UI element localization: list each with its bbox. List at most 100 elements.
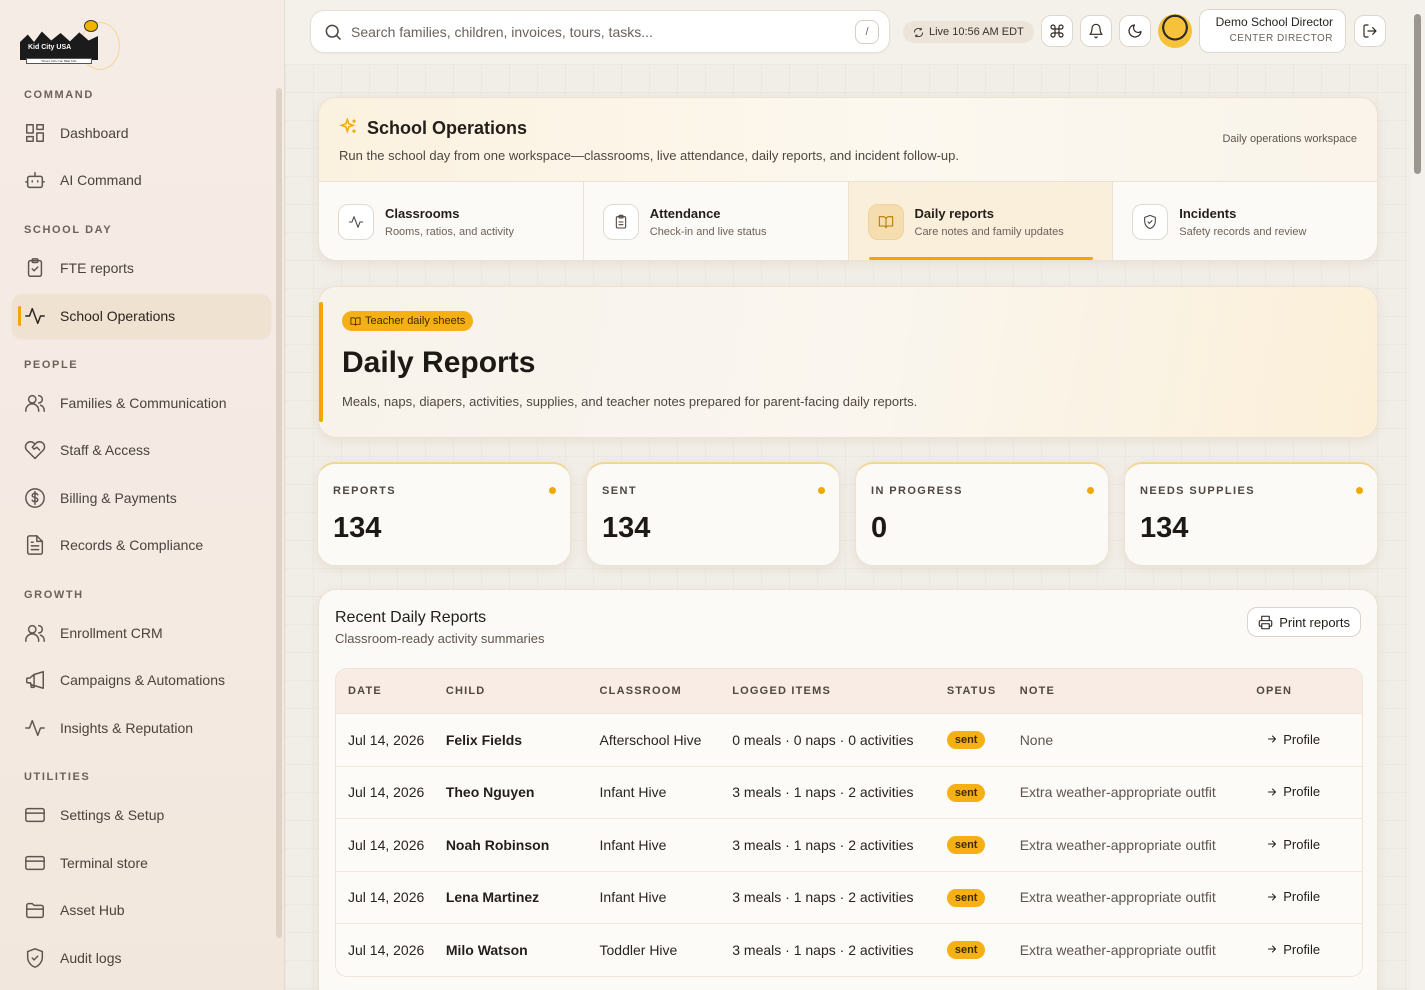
avatar[interactable] [1158,14,1192,48]
bee-icon [84,20,98,32]
sidebar-item-records[interactable]: Records & Compliance [12,523,271,567]
sidebar-item-label: Terminal store [60,855,148,871]
sidebar-item-fte-reports[interactable]: FTE reports [12,246,271,290]
sidebar-item-audit-logs[interactable]: Audit logs [12,936,271,980]
sidebar-item-school-operations[interactable]: School Operations [12,294,271,338]
cell-child: Lena Martinez [445,889,540,906]
column-header[interactable]: CHILD [446,685,600,697]
tab-classrooms[interactable]: Classrooms Rooms, ratios, and activity [319,182,584,260]
open-label: Profile [1283,889,1321,904]
tab-incidents[interactable]: Incidents Safety records and review [1113,182,1377,260]
user-menu[interactable]: Demo School Director CENTER DIRECTOR [1199,9,1346,53]
table-row[interactable]: Jul 14, 2026 Felix Fields Afterschool Hi… [336,713,1362,766]
theme-toggle-button[interactable] [1119,15,1151,47]
tab-daily-reports[interactable]: Daily reports Care notes and family updat… [848,182,1114,260]
status-dot [818,487,825,494]
search-input[interactable] [351,23,831,40]
book-open-icon [350,316,361,326]
cell-date: Jul 14, 2026 [348,941,425,958]
open-profile-link[interactable]: Profile [1266,784,1320,799]
column-header[interactable]: NOTE [1020,685,1257,697]
column-header[interactable]: OPEN [1256,685,1362,697]
open-label: Profile [1283,731,1321,747]
live-status-pill[interactable]: Live 10:56 AM EDT [903,21,1034,43]
bell-icon [1089,23,1103,39]
command-palette-button[interactable] [1041,15,1073,47]
cell-child: Theo Nguyen [445,784,535,801]
live-time: Live 10:56 AM EDT [929,26,1024,38]
section-command: COMMAND [24,89,94,101]
kid-city-logo[interactable]: Kid City USA Where Kids Can BEE Kids [20,18,120,70]
stat-label: NEEDS SUPPLIES [1140,485,1255,497]
tab-label: Classrooms [385,206,460,221]
cell-child: Noah Robinson [445,836,550,853]
sidebar-item-enrollment-crm[interactable]: Enrollment CRM [12,611,271,655]
badge-label: Teacher daily sheets [365,315,466,327]
sidebar-item-label: FTE reports [60,260,134,276]
cell-child: Milo Watson [445,941,528,958]
sidebar-item-asset-hub[interactable]: Asset Hub [12,888,271,932]
column-header[interactable]: LOGGED ITEMS [732,685,947,697]
sidebar-item-insights[interactable]: Insights & Reputation [12,706,271,750]
sidebar-item-ai-command[interactable]: AI Command [12,158,271,202]
status-badge: sent [946,783,986,802]
arrow-right-icon [1268,893,1277,900]
status-dot [1087,487,1094,494]
column-header[interactable]: STATUS [947,685,1020,697]
cell-classroom: Toddler Hive [599,941,678,958]
stat-value: 134 [602,512,651,544]
page-scrollbar[interactable] [1410,0,1425,990]
section-growth: GROWTH [24,589,84,601]
sidebar-item-terminal-store[interactable]: Terminal store [12,841,271,885]
stat-value: 134 [1140,512,1189,544]
table-row[interactable]: Jul 14, 2026 Theo Nguyen Infant Hive 3 m… [336,765,1362,818]
users-icon [24,392,46,414]
sidebar-item-billing[interactable]: Billing & Payments [12,476,271,520]
print-reports-button[interactable]: Print reports [1247,607,1361,637]
arrow-right-icon [1268,945,1277,953]
table-row[interactable]: Jul 14, 2026 Milo Watson Toddler Hive 3 … [336,923,1362,976]
open-profile-link[interactable]: Profile [1266,732,1320,747]
robot-icon [24,169,46,191]
sidebar: Kid City USA Where Kids Can BEE Kids COM… [0,0,285,990]
sidebar-item-families[interactable]: Families & Communication [12,381,271,425]
search-box[interactable]: / [310,10,890,53]
operations-subtitle: Run the school day from one workspace—cl… [339,148,959,163]
open-profile-link[interactable]: Profile [1266,942,1320,957]
logo-tagline: Where Kids Can BEE Kids [26,58,92,64]
status-badge: sent [946,888,986,907]
cell-classroom: Afterschool Hive [599,731,702,748]
moon-icon [1128,24,1142,38]
cell-logged-items: 3 meals · 1 naps · 2 activities [732,836,914,853]
scrollbar-thumb[interactable] [1414,14,1421,174]
notifications-button[interactable] [1080,15,1112,47]
tab-attendance[interactable]: Attendance Check-in and live status [584,182,849,260]
status-badge: sent [946,731,986,750]
open-profile-link[interactable]: Profile [1266,837,1320,852]
user-name: Demo School Director [1215,15,1333,29]
cell-logged-items: 3 meals · 1 naps · 2 activities [732,889,914,906]
logout-button[interactable] [1354,15,1386,47]
sidebar-item-label: Audit logs [60,950,122,966]
cell-classroom: Infant Hive [599,784,667,801]
table-row[interactable]: Jul 14, 2026 Noah Robinson Infant Hive 3… [336,818,1362,871]
open-profile-link[interactable]: Profile [1266,889,1320,904]
page-subtitle: Meals, naps, diapers, activities, suppli… [342,394,918,409]
column-header[interactable]: DATE [336,685,446,697]
stat-card-in-progress: IN PROGRESS 0 [855,462,1109,566]
column-header[interactable]: CLASSROOM [600,685,733,697]
table-row[interactable]: Jul 14, 2026 Lena Martinez Infant Hive 3… [336,870,1362,923]
section-school-day: SCHOOL DAY [24,224,113,236]
shield-icon [1132,204,1169,240]
cell-date: Jul 14, 2026 [348,784,425,801]
operations-header: School Operations Run the school day fro… [319,98,1377,182]
sidebar-scrollbar[interactable] [276,88,282,938]
sidebar-item-campaigns[interactable]: Campaigns & Automations [12,658,271,702]
users-icon [24,622,46,644]
status-dot [549,487,556,494]
sidebar-item-settings[interactable]: Settings & Setup [12,793,271,837]
cell-note: Extra weather-appropriate outfit [1019,941,1216,958]
sidebar-item-dashboard[interactable]: Dashboard [12,111,271,155]
sidebar-item-staff[interactable]: Staff & Access [12,428,271,472]
shield-icon [24,947,46,969]
